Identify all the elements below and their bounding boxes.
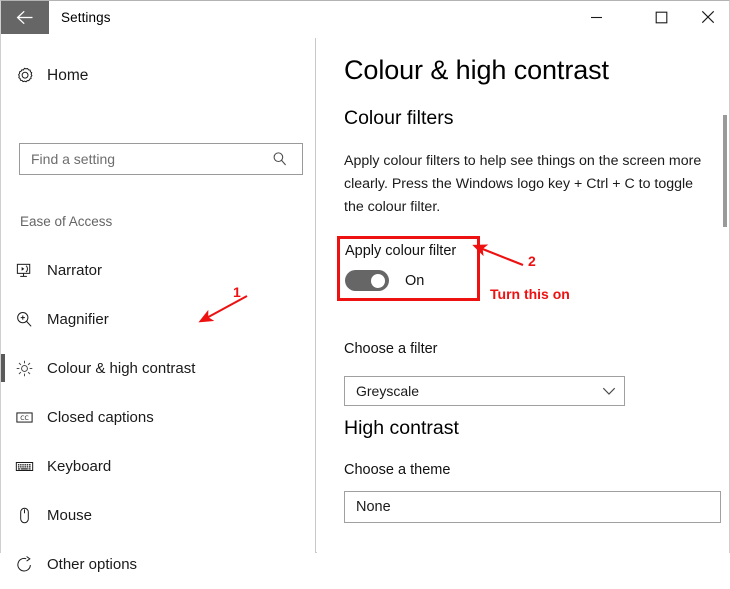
sidebar-item-magnifier-label: Magnifier: [47, 311, 109, 328]
apply-colour-filter-label: Apply colour filter: [345, 243, 457, 259]
maximize-button[interactable]: [638, 1, 684, 33]
search-box[interactable]: [19, 143, 303, 175]
toggle-knob: [371, 273, 385, 288]
sidebar-category-label: Ease of Access: [20, 214, 113, 229]
closed-captions-icon: CC: [1, 408, 47, 427]
search-icon: [265, 151, 295, 167]
keyboard-icon: [1, 457, 47, 476]
minimize-icon: [590, 11, 603, 24]
chevron-down-icon: [594, 386, 624, 396]
sidebar-item-colour-high-contrast[interactable]: Colour & high contrast: [1, 344, 315, 393]
section-heading-high-contrast: High contrast: [344, 417, 459, 439]
annotation-number-1: 1: [233, 284, 241, 300]
choose-a-filter-value: Greyscale: [356, 383, 420, 399]
sidebar-item-home[interactable]: Home: [1, 58, 301, 94]
choose-a-theme-dropdown[interactable]: None: [344, 491, 721, 523]
choose-a-filter-dropdown[interactable]: Greyscale: [344, 376, 625, 406]
sidebar-item-keyboard[interactable]: Keyboard: [1, 442, 315, 491]
narrator-icon: [1, 261, 47, 280]
svg-text:CC: CC: [20, 415, 29, 422]
sidebar-item-other-options-label: Other options: [47, 556, 138, 573]
sidebar-item-other-options[interactable]: Other options: [1, 540, 315, 589]
brightness-icon: [1, 359, 47, 378]
annotation-text-turn-this-on: Turn this on: [490, 286, 570, 302]
maximize-icon: [655, 11, 668, 24]
other-options-icon: [1, 555, 47, 574]
sidebar-item-mouse[interactable]: Mouse: [1, 491, 315, 540]
back-arrow-icon: [16, 10, 35, 25]
content-scrollbar-thumb[interactable]: [723, 115, 727, 227]
apply-colour-filter-toggle-row: On: [345, 270, 424, 291]
colour-filters-description: Apply colour filters to help see things …: [344, 153, 702, 215]
sidebar-item-mouse-label: Mouse: [47, 507, 93, 524]
sidebar-item-home-label: Home: [47, 67, 89, 84]
sidebar-item-narrator-label: Narrator: [47, 262, 103, 279]
sidebar-item-narrator[interactable]: Narrator: [1, 246, 315, 295]
minimize-button[interactable]: [573, 1, 619, 33]
close-icon: [701, 10, 715, 24]
apply-colour-filter-toggle[interactable]: [345, 270, 389, 291]
sidebar: Home Ease of Access: [1, 38, 316, 573]
sidebar-item-keyboard-label: Keyboard: [47, 458, 112, 475]
sidebar-item-magnifier[interactable]: Magnifier: [1, 295, 315, 344]
selection-indicator: [1, 354, 5, 382]
mouse-icon: [1, 506, 47, 525]
sidebar-item-colour-high-contrast-label: Colour & high contrast: [47, 360, 196, 377]
page-title: Colour & high contrast: [344, 55, 609, 85]
gear-icon: [1, 67, 47, 86]
search-input[interactable]: [31, 151, 265, 167]
annotation-number-2: 2: [528, 253, 536, 269]
section-heading-colour-filters: Colour filters: [344, 107, 454, 129]
sidebar-item-closed-captions[interactable]: CC Closed captions: [1, 393, 315, 442]
window-title: Settings: [61, 10, 111, 25]
sidebar-nav-list: Narrator Magnifier Colour & high contras…: [1, 246, 315, 589]
title-bar: Settings: [1, 1, 729, 38]
back-button[interactable]: [1, 1, 49, 34]
close-button[interactable]: [685, 1, 730, 33]
sidebar-item-closed-captions-label: Closed captions: [47, 409, 154, 426]
magnifier-icon: [1, 310, 47, 329]
choose-a-filter-label: Choose a filter: [344, 341, 438, 357]
choose-a-theme-label: Choose a theme: [344, 462, 451, 478]
choose-a-theme-value: None: [356, 499, 391, 515]
settings-window: Settings Home Find a setting Ease of Acc…: [0, 0, 730, 573]
apply-colour-filter-state: On: [405, 272, 425, 289]
